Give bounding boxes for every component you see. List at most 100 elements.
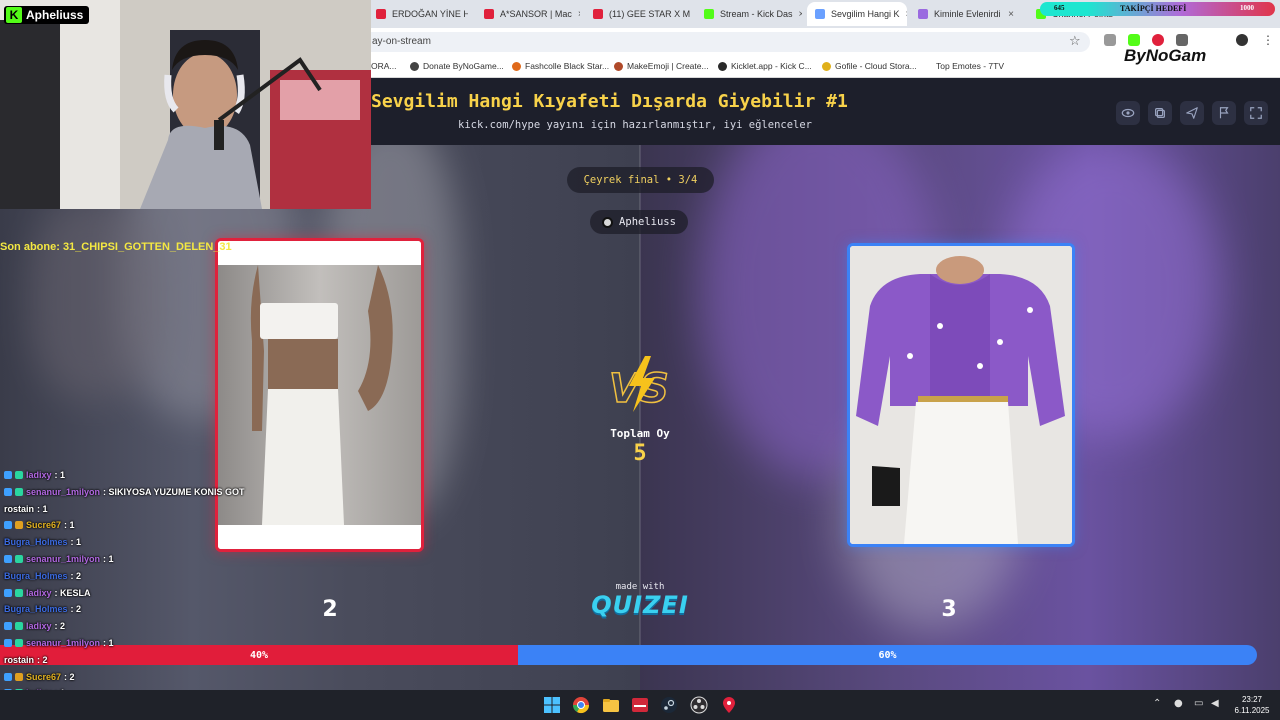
- obs-icon[interactable]: [690, 696, 708, 714]
- browser-tab[interactable]: ERDOĞAN YİNE H×: [368, 2, 468, 26]
- bookmark-item[interactable]: Kicklet.app - Kick C...: [718, 61, 812, 71]
- subscriber-badge-icon: [15, 555, 23, 563]
- chat-message: senanur_1milyon: 1: [4, 636, 114, 650]
- tab-label: Kiminle Evlenirdi: [934, 9, 1001, 19]
- bookmark-label: Gofile - Cloud Stora...: [835, 61, 917, 71]
- versus-icon: VS: [608, 356, 670, 413]
- tab-close-icon[interactable]: ×: [1008, 9, 1014, 20]
- chat-message: ladixy: KESLA: [4, 586, 91, 600]
- bookmark-favicon-icon: [718, 61, 727, 71]
- tab-close-icon[interactable]: ×: [578, 9, 580, 20]
- browser-tab[interactable]: Sevgilim Hangi K ×: [807, 2, 907, 26]
- platform-badge-icon: [4, 521, 12, 530]
- chat-message: rostain: 2: [4, 653, 48, 667]
- tab-close-icon[interactable]: ×: [906, 9, 907, 20]
- chat-username: ladixy: [26, 621, 52, 632]
- option-right-image: [850, 246, 1072, 544]
- chrome-icon[interactable]: [572, 696, 590, 714]
- chat-username: senanur_1milyon: [26, 638, 101, 648]
- clock-time: 23:27: [1241, 695, 1263, 704]
- opera-extension-icon[interactable]: [1152, 34, 1164, 46]
- kick-extension-icon[interactable]: [1128, 34, 1140, 46]
- chat-username: senanur_1milyon: [26, 486, 101, 497]
- file-explorer-icon[interactable]: [602, 696, 620, 714]
- platform-badge-icon: [4, 588, 12, 597]
- shield-extension-icon[interactable]: [1104, 34, 1116, 46]
- bookmark-label: Kicklet.app - Kick C...: [731, 61, 812, 71]
- quiz-title: Sevgilim Hangi Kıyafeti Dışarda Giyebili…: [371, 91, 848, 112]
- microphone-icon[interactable]: ●: [1174, 698, 1183, 709]
- url-input[interactable]: ay-on-stream: [360, 32, 1090, 52]
- bookmark-favicon-icon: [822, 61, 831, 71]
- subscriber-badge-icon: [15, 521, 23, 530]
- copy-button[interactable]: [1148, 101, 1172, 125]
- platform-badge-icon: [4, 487, 12, 496]
- bookmark-label: ORA...: [371, 61, 397, 71]
- chat-message: Sucre67: 1: [4, 518, 75, 532]
- volume-icon[interactable]: ◀: [1211, 698, 1219, 709]
- browser-tab[interactable]: Stream - Kick Das ×: [696, 2, 802, 26]
- browser-tab[interactable]: A*SANSOR | Mac ×: [476, 2, 580, 26]
- follower-goal-target: 1000: [1240, 4, 1254, 12]
- windows-taskbar: ⌃ ● ▭ ◀ 23:27 6.11.2025: [0, 690, 1280, 720]
- chat-username: Bugra_Holmes: [4, 570, 68, 581]
- platform-badge-icon: [4, 471, 12, 479]
- maps-pin-icon[interactable]: [720, 696, 738, 714]
- bookmark-item[interactable]: MakeEmoji | Create...: [614, 61, 709, 71]
- browser-tab[interactable]: Kiminle Evlenirdi ×: [910, 2, 1022, 26]
- tab-label: ERDOĞAN YİNE H: [392, 9, 468, 19]
- system-clock[interactable]: 23:27 6.11.2025: [1228, 694, 1276, 716]
- quizei-logo[interactable]: QUIZEI: [0, 591, 1280, 619]
- share-button[interactable]: [1180, 101, 1204, 125]
- fullscreen-button[interactable]: [1244, 101, 1268, 125]
- report-button[interactable]: [1212, 101, 1236, 125]
- bookmark-item[interactable]: Top Emotes - 7TV: [936, 61, 1004, 71]
- tab-close-icon[interactable]: ×: [799, 9, 802, 20]
- chat-message: ladixy: 2: [4, 619, 65, 633]
- chat-text: : 2: [37, 654, 48, 665]
- chat-username: ladixy: [26, 470, 52, 480]
- follower-goal-count: 645: [1054, 4, 1065, 12]
- chat-text: : 2: [54, 621, 66, 632]
- option-right-card[interactable]: [847, 243, 1075, 547]
- platform-badge-icon: [4, 622, 12, 631]
- streamer-name-label: K Apheliuss: [4, 6, 90, 24]
- browser-menu-icon[interactable]: ⋮: [1262, 33, 1274, 47]
- streamer-name: Apheliuss: [26, 8, 84, 22]
- network-icon[interactable]: ▭: [1194, 698, 1203, 709]
- chat-text: : 1: [70, 537, 82, 548]
- webcam-overlay: K Apheliuss: [0, 0, 371, 209]
- steam-icon[interactable]: [660, 696, 678, 714]
- chat-message: Bugra_Holmes: 2: [4, 602, 81, 616]
- bookmark-label: Donate ByNoGame...: [423, 61, 504, 71]
- bookmark-item[interactable]: Donate ByNoGame...: [410, 61, 504, 71]
- option-left-card[interactable]: [215, 238, 424, 552]
- tab-favicon-icon: [704, 9, 714, 19]
- chat-message: Sucre67: 2: [4, 670, 75, 684]
- chat-username: rostain: [4, 503, 35, 514]
- bookmark-item[interactable]: Fashcolle Black Star...: [512, 61, 609, 71]
- bookmark-item[interactable]: ORA...: [371, 61, 397, 71]
- clock-date: 6.11.2025: [1234, 706, 1270, 715]
- left-vote-percent: 40%: [249, 649, 269, 661]
- bookmark-item[interactable]: Gofile - Cloud Stora...: [822, 61, 917, 71]
- chat-text: : KESLA: [54, 587, 91, 598]
- right-vote-percent: 60%: [878, 649, 897, 661]
- bookmark-label: Fashcolle Black Star...: [525, 61, 610, 71]
- total-votes-label: Toplam Oy: [610, 427, 670, 440]
- tray-chevron-icon[interactable]: ⌃: [1153, 698, 1161, 709]
- chat-text: : 2: [70, 604, 82, 615]
- eye-button[interactable]: [1116, 101, 1140, 125]
- news-app-icon[interactable]: [631, 696, 649, 714]
- platform-badge-icon: [4, 672, 12, 681]
- chat-text: : 1: [103, 638, 114, 648]
- avatar: [602, 216, 614, 228]
- tab-favicon-icon: [484, 9, 494, 19]
- follower-goal-bar: 645 TAKİPÇİ HEDEFİ 1000: [1040, 2, 1275, 16]
- profile-avatar[interactable]: [1236, 34, 1248, 46]
- browser-tab[interactable]: (11) GEE STAR X M×: [585, 2, 691, 26]
- extensions-puzzle-icon[interactable]: [1176, 34, 1188, 46]
- subscriber-badge-icon: [15, 471, 23, 479]
- bookmark-star-icon[interactable]: ☆: [1069, 34, 1081, 49]
- windows-start-icon[interactable]: [543, 696, 561, 714]
